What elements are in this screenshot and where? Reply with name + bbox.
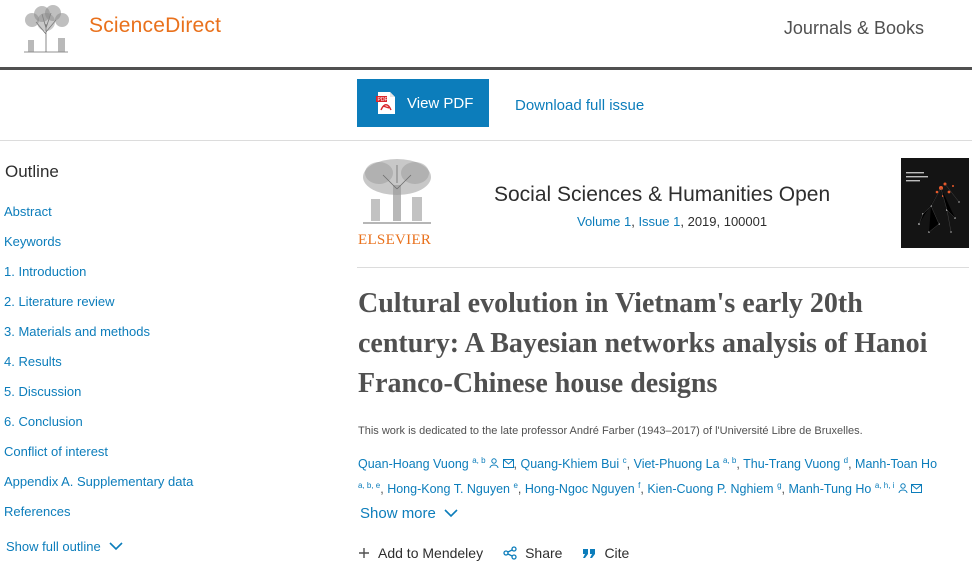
author-name: Hong-Ngoc Nguyen [524,482,635,496]
journal-divider [357,267,969,268]
cite-label: Cite [604,545,630,561]
author-link[interactable]: Manh-Tung Ho a, h, i [788,481,923,496]
author-name: Manh-Tung Ho [788,482,872,496]
sciencedirect-brand[interactable]: ScienceDirect [89,14,221,38]
outline-item-results[interactable]: 4. Results [4,353,193,383]
cite-button[interactable]: Cite [582,545,629,561]
issue-link[interactable]: Issue 1 [638,214,680,229]
pdf-file-icon: PDF [376,92,395,114]
author-name: Hong-Kong T. Nguyen [387,482,510,496]
share-icon [503,546,517,560]
outline-heading: Outline [5,162,59,181]
author-affiliation: a, b [472,456,486,465]
volume-link[interactable]: Volume 1 [577,214,631,229]
journals-books-link[interactable]: Journals & Books [784,18,924,39]
author-link[interactable]: Quan-Hoang Vuong a, b [358,456,514,471]
author-affiliation: a, b [723,456,737,465]
author-link[interactable]: Manh-Toan Ho [855,457,937,471]
view-pdf-label: View PDF [407,94,474,112]
author-link[interactable]: Hong-Ngoc Nguyen f [524,481,641,496]
cover-art-icon [901,158,969,248]
outline-item-introduction[interactable]: 1. Introduction [4,263,193,293]
author-link[interactable]: Thu-Trang Vuong d [743,456,848,471]
header-divider [0,67,972,70]
outline-item-conflict-of-interest[interactable]: Conflict of interest [4,443,193,473]
elsevier-tree-icon [363,159,431,224]
outline-item-materials-methods[interactable]: 3. Materials and methods [4,323,193,353]
chevron-down-icon [109,542,123,551]
article-title: Cultural evolution in Vietnam's early 20… [358,288,928,399]
outline-item-appendix[interactable]: Appendix A. Supplementary data [4,473,193,503]
journal-cover-image[interactable] [901,158,969,248]
email-icon [911,484,923,493]
author-link[interactable]: Kien-Cuong P. Nghiem g [647,481,781,496]
author-affiliation: a, b, e [358,481,381,490]
journal-meta-rest: , 2019, 100001 [680,214,768,229]
email-icon [502,459,514,468]
quote-icon [583,549,596,558]
show-full-outline-label: Show full outline [6,539,101,554]
author-link[interactable]: Hong-Kong T. Nguyen e [387,481,518,496]
author-name: Thu-Trang Vuong [743,457,841,471]
author-affiliation: a, h, i [874,481,895,490]
publisher-logo[interactable]: ELSEVIER [357,155,439,250]
outline-item-conclusion[interactable]: 6. Conclusion [4,413,193,443]
download-full-issue-link[interactable]: Download full issue [515,97,644,114]
elsevier-wordmark: ELSEVIER [358,232,432,248]
outline-item-references[interactable]: References [4,503,193,533]
author-name: Manh-Toan Ho [855,457,938,471]
share-label: Share [525,545,563,561]
view-pdf-button[interactable]: PDF View PDF [357,79,489,127]
person-icon [898,483,908,494]
person-icon [489,458,499,469]
add-to-mendeley-button[interactable]: Add to Mendeley [358,545,483,561]
mendeley-label: Add to Mendeley [378,545,484,561]
author-name: Quang-Khiem Bui [520,457,620,471]
svg-text:PDF: PDF [378,97,388,103]
outline-list: Abstract Keywords 1. Introduction 2. Lit… [4,203,193,533]
share-button[interactable]: Share [503,545,562,561]
author-link[interactable]: Viet-Phuong La a, b [633,456,737,471]
journal-title-link[interactable]: Social Sciences & Humanities Open [494,183,830,207]
outline-item-keywords[interactable]: Keywords [4,233,193,263]
author-link[interactable]: Quang-Khiem Bui c [520,456,626,471]
show-full-outline-button[interactable]: Show full outline [6,539,123,554]
chevron-down-icon [444,509,458,518]
author-name: Quan-Hoang Vuong [358,457,469,471]
outline-item-abstract[interactable]: Abstract [4,203,193,233]
elsevier-tree-logo-icon[interactable] [18,4,74,54]
author-name: Viet-Phuong La [633,457,720,471]
author-name: Kien-Cuong P. Nghiem [647,482,774,496]
show-more-label: Show more [360,505,436,522]
author-list: Quan-Hoang Vuong a, b , Quang-Khiem Bui … [358,456,938,496]
toolbar-divider [0,140,972,141]
outline-item-literature-review[interactable]: 2. Literature review [4,293,193,323]
plus-icon [359,548,369,558]
author-affiliation-wrap[interactable]: a, b, e [358,481,381,496]
journal-volume-info: Volume 1, Issue 1, 2019, 100001 [577,214,768,229]
site-header: ScienceDirect Journals & Books [0,0,972,67]
article-actions: Add to Mendeley Share Cite [358,545,649,561]
outline-item-discussion[interactable]: 5. Discussion [4,383,193,413]
dedication-note: This work is dedicated to the late profe… [358,425,863,437]
show-more-button[interactable]: Show more [360,505,458,522]
